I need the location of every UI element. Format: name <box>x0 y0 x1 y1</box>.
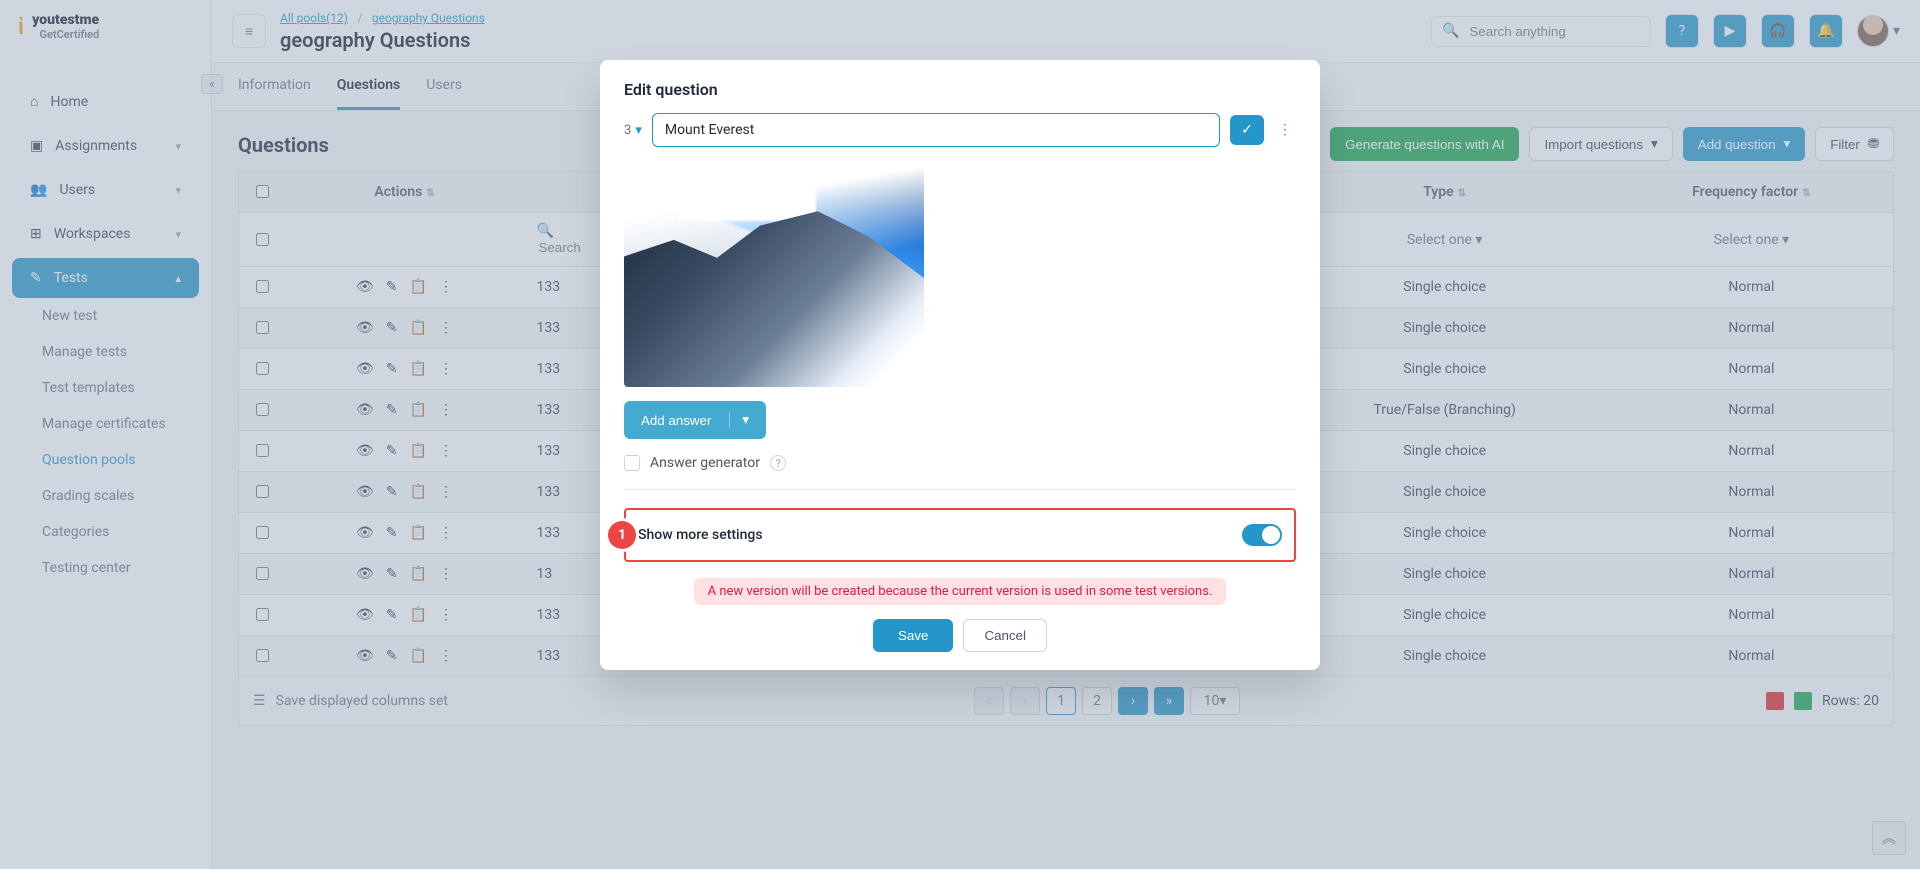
chevron-down-icon: ▾ <box>729 412 749 428</box>
edit-question-modal: Edit question 3 ▾ Mount Everest ✓ ⋮ Add … <box>600 60 1320 670</box>
show-more-settings-row: 1 Show more settings <box>624 508 1296 562</box>
show-more-settings-toggle[interactable] <box>1242 524 1282 546</box>
answer-text-input[interactable]: Mount Everest <box>652 113 1220 147</box>
save-button[interactable]: Save <box>873 619 953 652</box>
answer-more-button[interactable]: ⋮ <box>1274 122 1296 138</box>
answer-generator-label: Answer generator <box>650 455 760 471</box>
step-badge: 1 <box>608 521 636 549</box>
modal-overlay[interactable]: Edit question 3 ▾ Mount Everest ✓ ⋮ Add … <box>0 0 1920 869</box>
question-image[interactable] <box>624 157 924 387</box>
add-answer-button[interactable]: Add answer ▾ <box>624 401 766 439</box>
answer-row: 3 ▾ Mount Everest ✓ ⋮ <box>624 113 1296 147</box>
answer-index[interactable]: 3 ▾ <box>624 123 642 138</box>
cancel-button[interactable]: Cancel <box>963 619 1047 652</box>
version-warning: A new version will be created because th… <box>694 578 1227 605</box>
mark-correct-button[interactable]: ✓ <box>1230 115 1264 145</box>
show-more-settings-label: Show more settings <box>638 527 763 543</box>
modal-title: Edit question <box>624 80 1296 99</box>
answer-generator-checkbox[interactable] <box>624 455 640 471</box>
help-icon[interactable]: ? <box>770 455 786 471</box>
chevron-down-icon: ▾ <box>635 123 642 138</box>
